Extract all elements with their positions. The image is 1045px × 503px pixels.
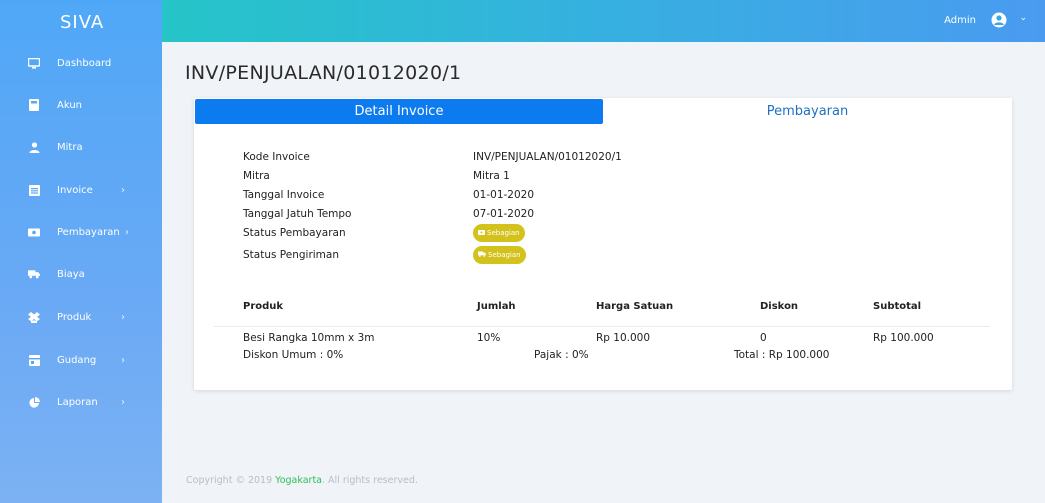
- sidebar-item-akun[interactable]: Akun: [0, 90, 162, 120]
- sidebar-item-label: Mitra: [57, 141, 83, 153]
- chevron-right-icon: ›: [121, 354, 125, 366]
- page-footer: Copyright © 2019 Yogakarta. All rights r…: [186, 475, 418, 486]
- tanggal-invoice-label: Tanggal Invoice: [243, 189, 325, 201]
- chevron-right-icon: ›: [125, 226, 129, 238]
- kode-invoice-label: Kode Invoice: [243, 151, 310, 163]
- sidebar-item-biaya[interactable]: Biaya: [0, 259, 162, 289]
- sidebar-item-label: Invoice: [57, 184, 93, 196]
- sidebar-item-dashboard[interactable]: Dashboard: [0, 48, 162, 78]
- sidebar-item-label: Akun: [57, 99, 82, 111]
- sidebar: SIVA Dashboard Akun Mitra Invoice › Pemb…: [0, 0, 162, 503]
- user-icon: [28, 141, 40, 153]
- pajak: Pajak : 0%: [534, 349, 589, 361]
- column-header-subtotal: Subtotal: [873, 301, 922, 312]
- money-icon: [478, 224, 485, 242]
- money-icon: [28, 226, 40, 238]
- column-header-diskon: Diskon: [760, 301, 799, 312]
- sidebar-item-label: Gudang: [57, 354, 97, 366]
- sidebar-item-label: Dashboard: [57, 57, 112, 69]
- sidebar-item-produk[interactable]: Produk ›: [0, 302, 162, 332]
- sidebar-item-label: Pembayaran: [57, 226, 120, 238]
- status-pembayaran-value: Sebagian: [487, 229, 520, 237]
- sidebar-item-gudang[interactable]: Gudang ›: [0, 345, 162, 375]
- sidebar-item-laporan[interactable]: Laporan ›: [0, 387, 162, 417]
- column-header-jumlah: Jumlah: [477, 301, 516, 312]
- user-name[interactable]: Admin: [944, 15, 976, 26]
- box-icon: [28, 311, 40, 323]
- user-circle-icon[interactable]: [991, 12, 1007, 28]
- table-cell-harga-satuan: Rp 10.000: [596, 332, 651, 344]
- sidebar-item-label: Produk: [57, 311, 92, 323]
- table-cell-diskon: 0: [760, 332, 767, 344]
- chevron-right-icon: ›: [121, 396, 125, 408]
- tab-pembayaran[interactable]: Pembayaran: [604, 99, 1011, 124]
- total: Total : Rp 100.000: [734, 349, 830, 361]
- sidebar-item-invoice[interactable]: Invoice ›: [0, 175, 162, 205]
- table-cell-subtotal: Rp 100.000: [873, 332, 934, 344]
- table-cell-produk: Besi Rangka 10mm x 3m: [243, 332, 375, 344]
- chevron-right-icon: ›: [121, 184, 125, 196]
- calculator-icon: [28, 99, 40, 111]
- table-cell-jumlah: 10%: [477, 332, 501, 344]
- mitra-label: Mitra: [243, 170, 270, 182]
- table-divider: [214, 326, 990, 327]
- page-title: INV/PENJUALAN/01012020/1: [185, 62, 462, 84]
- tanggal-jatuh-tempo-value: 07-01-2020: [473, 208, 535, 220]
- sidebar-item-label: Biaya: [57, 268, 85, 280]
- diskon-umum: Diskon Umum : 0%: [243, 349, 344, 361]
- status-pembayaran-badge: Sebagian: [473, 224, 525, 242]
- chart-pie-icon: [28, 396, 40, 408]
- sidebar-item-label: Laporan: [57, 396, 98, 408]
- status-pengiriman-value: Sebagian: [488, 251, 521, 259]
- chevron-right-icon: ›: [121, 311, 125, 323]
- truck-icon: [478, 246, 486, 264]
- list-icon: [28, 184, 40, 196]
- tanggal-jatuh-tempo-label: Tanggal Jatuh Tempo: [243, 208, 352, 220]
- topbar: Admin ⌄: [162, 0, 1045, 42]
- sidebar-item-mitra[interactable]: Mitra: [0, 132, 162, 162]
- chevron-down-icon[interactable]: ⌄: [1019, 13, 1027, 23]
- footer-brand-link[interactable]: Yogakarta: [275, 475, 322, 486]
- monitor-icon: [28, 57, 40, 69]
- invoice-card: Detail Invoice Pembayaran Kode Invoice I…: [194, 98, 1012, 390]
- column-header-produk: Produk: [243, 301, 284, 312]
- kode-invoice-value: INV/PENJUALAN/01012020/1: [473, 151, 622, 163]
- truck-icon: [28, 268, 40, 280]
- rights-text: . All rights reserved.: [322, 475, 418, 486]
- tanggal-invoice-value: 01-01-2020: [473, 189, 535, 201]
- status-pembayaran-label: Status Pembayaran: [243, 227, 346, 239]
- warehouse-icon: [28, 354, 40, 366]
- brand-logo[interactable]: SIVA: [0, 0, 162, 45]
- mitra-value: Mitra 1: [473, 170, 510, 182]
- copyright-text: Copyright © 2019: [186, 475, 273, 486]
- tab-detail-invoice[interactable]: Detail Invoice: [195, 99, 603, 124]
- status-pengiriman-badge: Sebagian: [473, 246, 526, 264]
- status-pengiriman-label: Status Pengiriman: [243, 249, 340, 261]
- sidebar-item-pembayaran[interactable]: Pembayaran ›: [0, 217, 162, 247]
- column-header-harga-satuan: Harga Satuan: [596, 301, 674, 312]
